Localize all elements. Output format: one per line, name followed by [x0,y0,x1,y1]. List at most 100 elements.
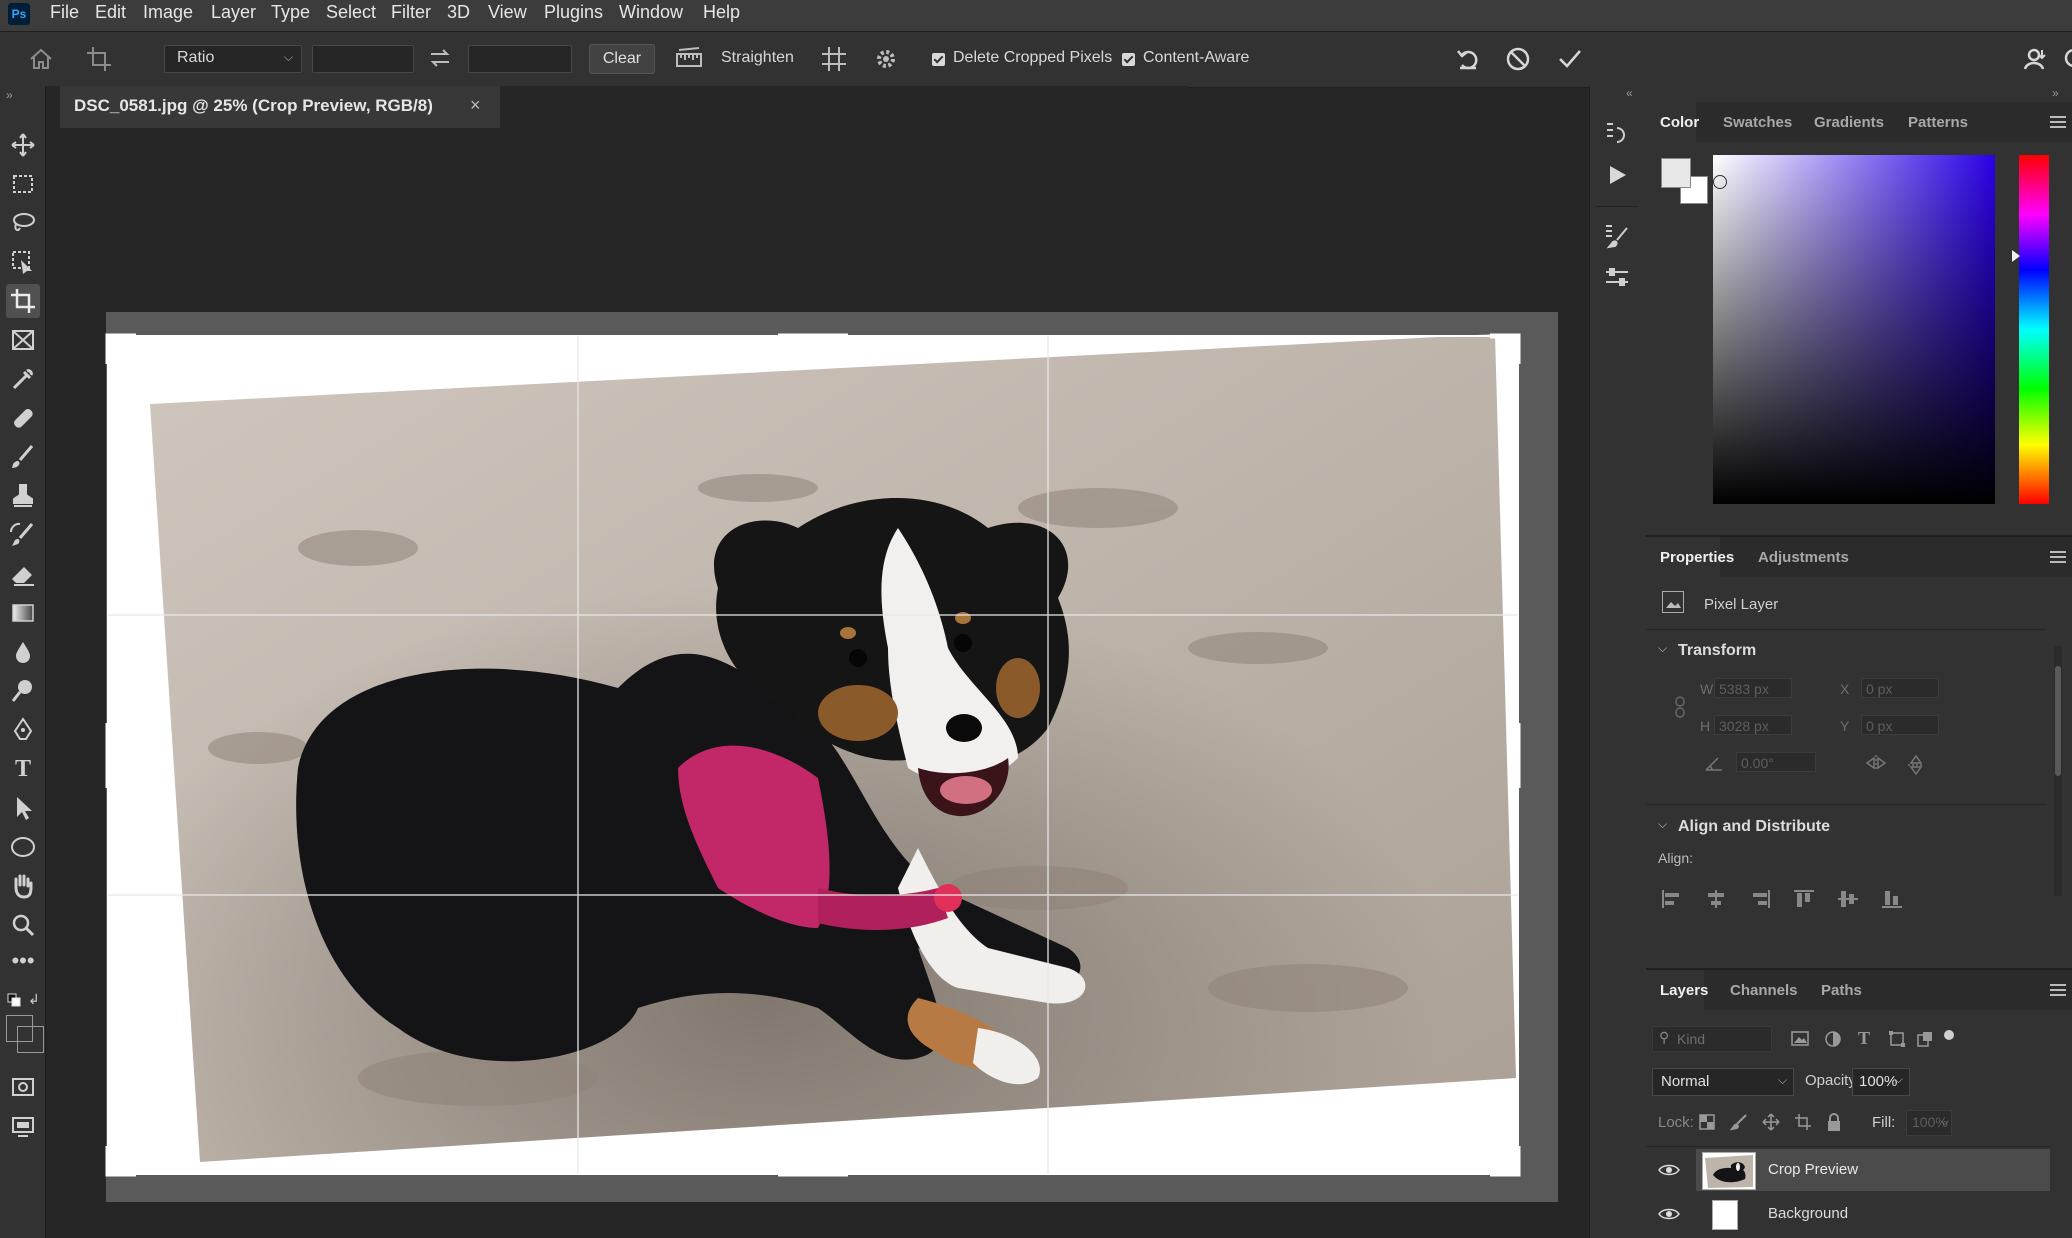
panel-menu-icon[interactable] [2050,116,2066,128]
history-icon[interactable] [1603,120,1631,148]
foreground-color-swatch[interactable] [6,1015,33,1042]
cancel-icon[interactable] [1504,45,1532,73]
pen-tool-icon[interactable] [6,713,40,747]
menu-file[interactable]: File [50,0,79,31]
menu-image[interactable]: Image [143,0,193,31]
filter-adjustment-icon[interactable] [1824,1030,1842,1048]
menu-help[interactable]: Help [703,0,740,31]
tab-swatches[interactable]: Swatches [1723,114,1792,131]
align-horizontal-center-icon[interactable] [1704,888,1728,910]
flip-vertical-icon[interactable] [1906,753,1926,777]
clear-button[interactable]: Clear [589,44,655,74]
chevron-down-icon[interactable]: ⌵ [1894,1072,1903,1087]
align-top-icon[interactable] [1792,888,1816,910]
collapse-chevrons-icon[interactable]: » [6,88,13,102]
screen-mode-icon[interactable] [6,1109,40,1143]
more-tools-icon[interactable]: ••• [6,950,40,985]
crop-tool-preset-icon[interactable] [85,45,115,73]
healing-brush-tool-icon[interactable] [6,401,40,435]
overlay-grid-icon[interactable] [820,45,848,73]
blur-tool-icon[interactable] [6,635,40,669]
panel-menu-icon[interactable] [2050,984,2066,996]
menu-edit[interactable]: Edit [95,0,126,31]
hue-slider-marker-icon[interactable] [2012,250,2020,262]
quick-mask-icon[interactable] [6,1070,40,1104]
menu-select[interactable]: Select [326,0,376,31]
eye-icon[interactable] [1658,1162,1680,1178]
dodge-tool-icon[interactable] [6,674,40,708]
layer-row-background[interactable]: Background [1696,1193,2050,1235]
transform-collapse-icon[interactable]: ⌵ [1658,641,1667,656]
commit-icon[interactable] [1556,45,1584,73]
straighten-icon[interactable] [675,46,703,70]
menu-window[interactable]: Window [619,0,683,31]
clone-stamp-tool-icon[interactable] [6,479,40,513]
chevron-down-icon[interactable]: ⌵ [1940,1114,1949,1129]
align-vertical-center-icon[interactable] [1836,888,1860,910]
lock-transparent-icon[interactable] [1698,1113,1716,1131]
collapse-chevrons-icon[interactable]: « [1626,86,1633,100]
brush-settings-icon[interactable] [1603,222,1631,250]
marquee-tool-icon[interactable] [6,167,40,201]
ellipse-tool-icon[interactable] [6,830,40,864]
home-icon[interactable] [28,47,54,71]
tab-adjustments[interactable]: Adjustments [1758,549,1849,566]
gradient-tool-icon[interactable] [6,596,40,630]
properties-scrollbar[interactable] [2054,646,2062,896]
transform-section-title[interactable]: Transform [1678,642,1756,660]
align-section-title[interactable]: Align and Distribute [1678,818,1830,836]
menu-3d[interactable]: 3D [447,0,470,31]
swap-colors-icon[interactable]: ↲ [28,991,40,1008]
hand-tool-icon[interactable] [6,869,40,903]
align-right-icon[interactable] [1748,888,1772,910]
filter-type-icon[interactable]: T [1858,1028,1870,1049]
flip-horizontal-icon[interactable] [1864,753,1888,773]
document-tab[interactable]: DSC_0581.jpg @ 25% (Crop Preview, RGB/8)… [60,86,500,129]
hue-slider[interactable] [2019,155,2049,504]
tab-properties[interactable]: Properties [1660,549,1734,566]
frame-tool-icon[interactable] [6,323,40,357]
swap-icon[interactable] [428,46,452,70]
menu-view[interactable]: View [488,0,527,31]
play-action-icon[interactable] [1604,162,1630,188]
color-field[interactable] [1713,155,1995,504]
tab-color[interactable]: Color [1660,114,1699,131]
x-field[interactable]: 0 px [1861,678,1939,698]
filter-pixel-icon[interactable] [1790,1030,1810,1048]
color-fg-swatch[interactable] [1661,158,1691,188]
object-selection-tool-icon[interactable] [6,245,40,279]
width-field[interactable]: 5383 px [1714,678,1792,698]
menu-plugins[interactable]: Plugins [544,0,603,31]
path-selection-tool-icon[interactable] [6,791,40,825]
lock-position-icon[interactable] [1762,1113,1780,1131]
reset-icon[interactable] [1454,45,1482,73]
lock-all-icon[interactable] [1826,1112,1842,1132]
gear-icon[interactable] [873,46,899,72]
search-icon[interactable] [2062,45,2072,73]
filter-toggle-icon[interactable] [1944,1030,1954,1040]
expand-chevrons-icon[interactable]: » [2052,86,2059,100]
crop-preview-canvas[interactable] [58,128,1558,1238]
crop-tool-icon[interactable] [6,284,40,318]
ratio-height-field[interactable] [468,45,572,73]
filter-shape-icon[interactable] [1888,1030,1906,1048]
lock-pixels-brush-icon[interactable] [1730,1113,1748,1131]
adjustments-sliders-icon[interactable] [1603,264,1631,292]
menu-filter[interactable]: Filter [391,0,431,31]
angle-field[interactable]: 0.00° [1736,752,1816,772]
tab-channels[interactable]: Channels [1730,982,1798,999]
link-dimensions-icon[interactable] [1674,696,1686,718]
eyedropper-tool-icon[interactable] [6,362,40,396]
close-icon[interactable]: × [470,95,481,116]
delete-cropped-checkbox[interactable] [932,53,945,66]
tab-gradients[interactable]: Gradients [1814,114,1884,131]
move-tool-icon[interactable] [6,128,40,162]
eye-icon[interactable] [1658,1206,1680,1222]
tab-paths[interactable]: Paths [1821,982,1862,999]
default-colors-icon[interactable] [7,993,21,1007]
ratio-width-field[interactable] [312,45,414,73]
lasso-tool-icon[interactable] [6,206,40,240]
menu-type[interactable]: Type [271,0,310,31]
align-bottom-icon[interactable] [1880,888,1904,910]
share-icon[interactable] [2022,45,2050,73]
